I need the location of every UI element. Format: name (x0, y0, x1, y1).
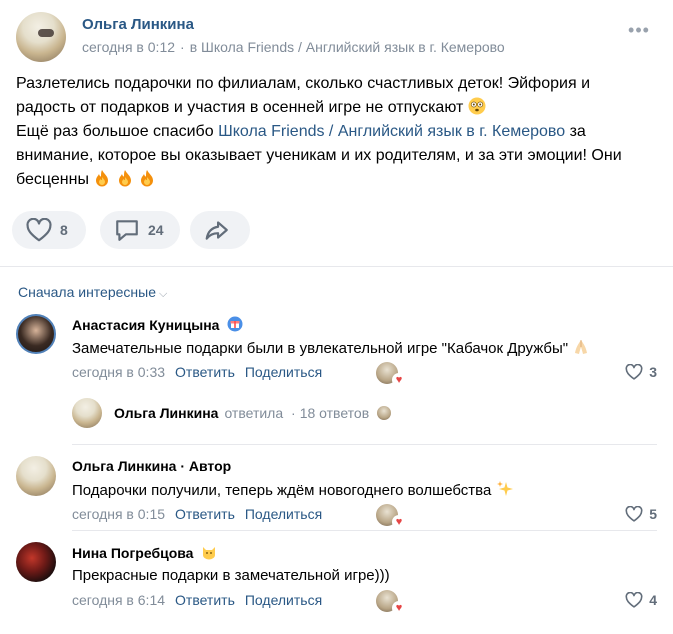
post-text: Разлетелись подарочки по филиалам, сколь… (16, 72, 656, 192)
comment-button[interactable]: 24 (100, 211, 180, 249)
heart-icon (625, 592, 643, 608)
commenter-avatar[interactable] (16, 542, 56, 582)
comment-text: Подарочки получили, теперь ждём новогодн… (72, 480, 514, 501)
comment-like-count: 4 (649, 592, 657, 608)
post-text-line: Разлетелись подарочки по филиалам, сколь… (16, 75, 590, 92)
share-button[interactable] (190, 211, 250, 249)
more-options-icon[interactable]: ••• (627, 21, 651, 39)
sparkles-emoji-icon (496, 481, 513, 496)
comment-divider (72, 444, 657, 445)
commenter-name[interactable]: Анастасия Куницына (72, 316, 243, 333)
heart-icon (625, 364, 643, 380)
post-header: Ольга Линкина сегодня в 0:12 · в Школа Fri… (16, 12, 657, 62)
heart-reaction-icon: ♥ (392, 373, 406, 387)
comment-meta: сегодня в 0:33 Ответить Поделиться (72, 364, 322, 380)
reply-author-avatar (72, 398, 102, 428)
comment-count: 24 (148, 222, 164, 238)
commenter-name[interactable]: Нина Погребцова (72, 544, 217, 561)
dizzy-face-emoji-icon (468, 97, 486, 115)
reply-action: ответила (224, 405, 284, 421)
share-link[interactable]: Поделиться (245, 592, 322, 608)
comment-like-button[interactable]: 3 (625, 364, 657, 380)
comment-like-button[interactable]: 5 (625, 506, 657, 522)
comment-text-content: Подарочки получили, теперь ждём новогодн… (72, 482, 492, 499)
heart-reaction-icon: ♥ (392, 515, 406, 529)
divider (0, 266, 673, 267)
meta-separator: · (180, 39, 185, 55)
post-text-line: за (569, 123, 586, 140)
commenter-avatar[interactable] (16, 314, 56, 354)
share-link[interactable]: Поделиться (245, 364, 322, 380)
comment-time[interactable]: сегодня в 6:14 (72, 592, 165, 608)
comment-divider (72, 530, 657, 531)
reactor-avatar[interactable]: ♥ (376, 504, 406, 529)
replies-summary: Ольга Линкина ответила · 18 ответов (114, 405, 392, 421)
share-link[interactable]: Поделиться (245, 506, 322, 522)
comment-text-content: Замечательные подарки были в увлекательн… (72, 340, 569, 357)
comments-sort-dropdown[interactable]: Сначала интересные ⌵ (18, 284, 167, 301)
cat-badge-icon (203, 547, 216, 560)
fire-emoji-icon (93, 170, 156, 188)
comment-like-count: 3 (649, 364, 657, 380)
post-group-link[interactable]: в Школа Friends / Английский язык в г. К… (190, 39, 505, 55)
reactor-avatar[interactable]: ♥ (376, 362, 406, 387)
heart-reaction-icon: ♥ (392, 601, 406, 615)
comment-item: Нина Погребцова Прекрасные подарки в зам… (16, 542, 657, 622)
comment-like-button[interactable]: 4 (625, 592, 657, 608)
like-count: 8 (60, 222, 68, 238)
comment-text: Прекрасные подарки в замечательной игре)… (72, 567, 390, 584)
author-avatar[interactable] (16, 12, 66, 62)
like-button[interactable]: 8 (12, 211, 86, 249)
commenter-name-text: Анастасия Куницына (72, 317, 220, 333)
comment-icon (116, 220, 138, 241)
reply-link[interactable]: Ответить (175, 592, 235, 608)
comment-meta: сегодня в 6:14 Ответить Поделиться (72, 592, 322, 608)
praying-hands-emoji-icon (575, 340, 588, 354)
comment-time[interactable]: сегодня в 0:33 (72, 364, 165, 380)
chevron-down-icon: ⌵ (159, 288, 168, 300)
reply-participant-avatar (377, 406, 392, 420)
meta-separator: · (291, 405, 296, 421)
group-link[interactable]: Школа Friends / Английский язык в г. Кем… (218, 123, 565, 140)
comment-meta: сегодня в 0:15 Ответить Поделиться (72, 506, 322, 522)
sort-label: Сначала интересные (18, 284, 156, 300)
comment-item: Ольга Линкина · Автор Подарочки получили… (16, 456, 657, 536)
commenter-name[interactable]: Ольга Линкина · Автор (72, 458, 231, 474)
replies-count: 18 ответов (299, 405, 370, 421)
reply-link[interactable]: Ответить (175, 364, 235, 380)
heart-icon (625, 506, 643, 522)
post-text-line: Ещё раз большое спасибо (16, 123, 214, 140)
heart-icon (26, 218, 52, 242)
commenter-avatar[interactable] (16, 456, 56, 496)
comment-time[interactable]: сегодня в 0:15 (72, 506, 165, 522)
commenter-name-text: Нина Погребцова (72, 545, 194, 561)
post-meta: сегодня в 0:12 · в Школа Friends / Английс… (82, 39, 505, 55)
comment-text: Замечательные подарки были в увлекательн… (72, 338, 590, 359)
reactor-avatar[interactable]: ♥ (376, 590, 406, 615)
share-icon (205, 221, 228, 240)
post-time[interactable]: сегодня в 0:12 (82, 39, 175, 55)
comment-item: Анастасия Куницына Замечательные подарки… (16, 314, 657, 394)
post-text-line: внимание, которое вы оказывает ученикам … (16, 147, 622, 164)
gift-badge-icon (227, 316, 243, 332)
reply-link[interactable]: Ответить (175, 506, 235, 522)
comment-like-count: 5 (649, 506, 657, 522)
post-text-line: радость от подарков и участия в осенней … (16, 99, 464, 116)
replies-thread[interactable]: Ольга Линкина ответила · 18 ответов (72, 398, 657, 432)
post-author-name[interactable]: Ольга Линкина (82, 16, 194, 33)
post-text-line: бесценны (16, 171, 89, 188)
reply-author-name: Ольга Линкина (114, 405, 219, 421)
